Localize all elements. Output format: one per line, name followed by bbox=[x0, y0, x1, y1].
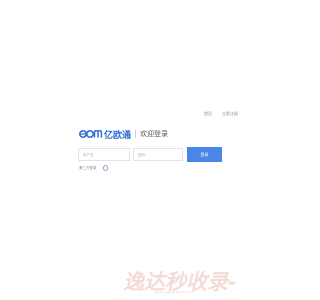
home-link[interactable]: 首页 bbox=[204, 111, 212, 117]
login-form: 登录 bbox=[78, 147, 222, 162]
login-page: 首页 立即注册 亿欧通 欢迎登录 登录 第三方登录 逸达秒收录- www.yid… bbox=[0, 0, 300, 300]
password-input[interactable] bbox=[133, 148, 183, 161]
eom-logo-icon bbox=[79, 129, 103, 139]
third-party-login: 第三方登录 bbox=[79, 165, 108, 171]
register-link[interactable]: 立即注册 bbox=[222, 111, 238, 117]
logo: 亿欧通 bbox=[79, 128, 132, 141]
third-party-label: 第三方登录 bbox=[79, 165, 97, 170]
welcome-title: 欢迎登录 bbox=[140, 130, 169, 138]
brand-row: 亿欧通 欢迎登录 bbox=[79, 128, 169, 141]
logo-text: 亿欧通 bbox=[104, 130, 132, 141]
brand-divider bbox=[135, 130, 137, 138]
login-button[interactable]: 登录 bbox=[187, 147, 222, 162]
top-links: 首页 立即注册 bbox=[204, 111, 238, 117]
qq-icon[interactable] bbox=[102, 165, 108, 171]
watermark-url: www.yidamiaoshoulu.com bbox=[155, 290, 195, 294]
username-input[interactable] bbox=[78, 148, 130, 161]
